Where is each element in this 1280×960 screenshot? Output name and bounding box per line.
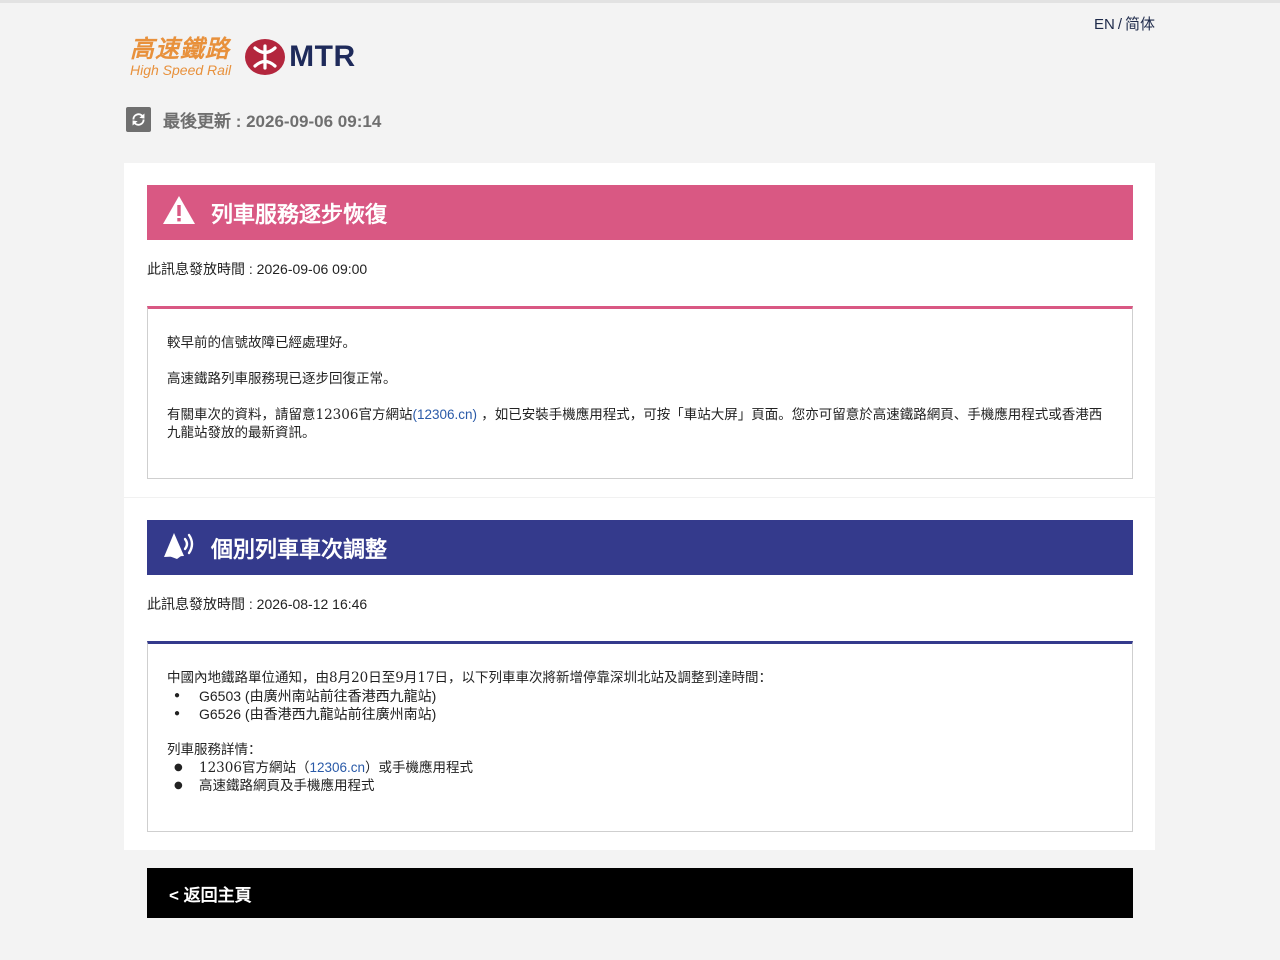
section-divider: [124, 497, 1155, 498]
language-switch: EN / 简体: [1094, 13, 1155, 34]
mtr-logo[interactable]: MTR: [245, 39, 355, 75]
list-item-text: ）或手機應用程式: [365, 760, 474, 776]
details-heading: 列車服務詳情：: [167, 742, 262, 758]
announcement-icon: [161, 529, 197, 566]
list-item: 12306官方網站（12306.cn）或手機應用程式: [167, 759, 1113, 777]
mtr-mark-icon: [245, 39, 286, 75]
link-12306[interactable]: 12306.cn: [309, 760, 365, 775]
notice-body: 較早前的信號故障已經處理好。 高速鐵路列車服務現已逐步回復正常。 有關車次的資料…: [147, 306, 1133, 479]
hsr-logo-zh: 高速鐵路: [130, 34, 230, 63]
notice-service-resuming: 列車服務逐步恢復 此訊息發放時間 : 2026-09-06 09:00 較早前的…: [147, 185, 1133, 479]
notice-paragraph: 較早前的信號故障已經處理好。: [167, 335, 356, 351]
notice-paragraph: 有關車次的資料，請留意12306官方網站(12306.cn) ，如已安裝手機應用…: [167, 406, 1113, 442]
refresh-icon[interactable]: [126, 107, 151, 132]
notices-panel: 列車服務逐步恢復 此訊息發放時間 : 2026-09-06 09:00 較早前的…: [124, 163, 1155, 850]
header-logos: 高速鐵路 High Speed Rail MTR: [130, 34, 356, 78]
list-item: G6526 (由香港西九龍站前往廣州南站): [167, 705, 1113, 723]
last-updated: 最後更新 : 2026-09-06 09:14: [126, 107, 381, 132]
warning-icon: [161, 194, 197, 231]
lang-sc-link[interactable]: 简体: [1125, 16, 1155, 33]
list-item-text: 12306官方網站（: [199, 760, 310, 776]
notice-header: 個別列車車次調整: [147, 520, 1133, 575]
notice-issue-time: 此訊息發放時間 : 2026-09-06 09:00: [147, 261, 368, 277]
hsr-logo-en: High Speed Rail: [130, 62, 232, 78]
notice-body: 中國內地鐵路單位通知，由8月20日至9月17日，以下列車車次將新增停靠深圳北站及…: [147, 641, 1133, 832]
notice-train-adjustment: 個別列車車次調整 此訊息發放時間 : 2026-08-12 16:46 中國內地…: [147, 520, 1133, 832]
lang-separator: /: [1117, 16, 1122, 33]
notice-paragraph: 高速鐵路列車服務現已逐步回復正常。: [167, 371, 397, 387]
paragraph-text: 有關車次的資料，請留意12306官方網站: [167, 407, 413, 423]
hsr-logo[interactable]: 高速鐵路 High Speed Rail: [130, 34, 232, 78]
link-12306[interactable]: (12306.cn): [412, 407, 477, 422]
notice-intro: 中國內地鐵路單位通知，由8月20日至9月17日，以下列車車次將新增停靠深圳北站及…: [167, 670, 773, 686]
notice-title: 列車服務逐步恢復: [211, 201, 388, 227]
last-updated-label: 最後更新 : 2026-09-06 09:14: [163, 112, 382, 131]
train-list: G6503 (由廣州南站前往香港西九龍站) G6526 (由香港西九龍站前往廣州…: [167, 687, 1113, 723]
details-list: 12306官方網站（12306.cn）或手機應用程式 高速鐵路網頁及手機應用程式: [167, 759, 1113, 795]
lang-en-link[interactable]: EN: [1094, 16, 1115, 33]
list-item: 高速鐵路網頁及手機應用程式: [167, 777, 1113, 795]
notice-title: 個別列車車次調整: [211, 536, 388, 562]
list-item: G6503 (由廣州南站前往香港西九龍站): [167, 687, 1113, 705]
mtr-logo-text: MTR: [289, 40, 356, 73]
notice-header: 列車服務逐步恢復: [147, 185, 1133, 240]
back-to-home-button[interactable]: < 返回主頁: [147, 868, 1133, 918]
back-to-home-label: < 返回主頁: [169, 885, 252, 905]
notice-issue-time: 此訊息發放時間 : 2026-08-12 16:46: [147, 596, 368, 612]
